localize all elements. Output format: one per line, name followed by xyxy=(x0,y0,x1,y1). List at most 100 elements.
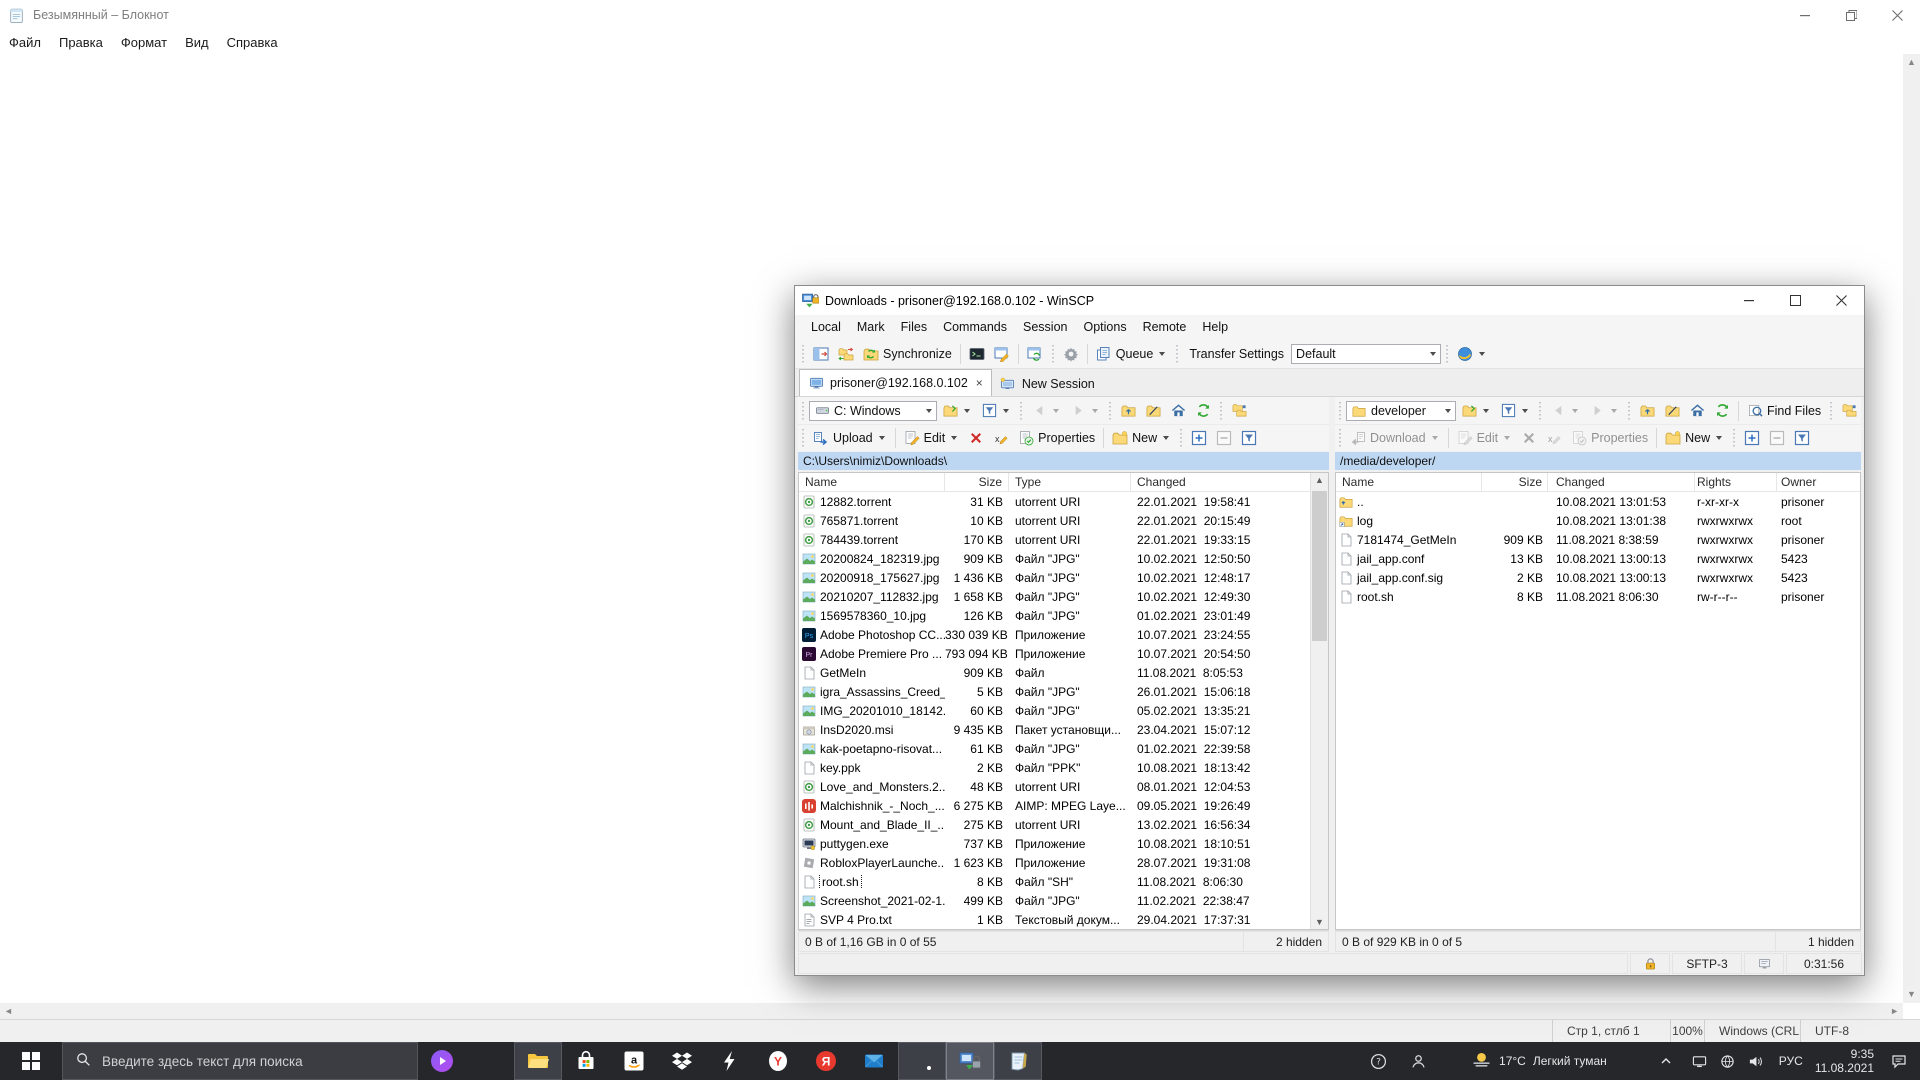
table-row[interactable]: root.sh8 KBФайл "SH"11.08.2021 8:06:30 xyxy=(799,872,1311,891)
explorer-taskbar-button[interactable] xyxy=(514,1042,562,1080)
parent-directory-button[interactable] xyxy=(1635,401,1659,421)
home-directory-button[interactable] xyxy=(1685,401,1709,421)
filter-button[interactable] xyxy=(1496,401,1534,421)
rename-button[interactable]: x xyxy=(989,428,1013,448)
clock[interactable]: 9:35 11.08.2021 xyxy=(1815,1047,1874,1075)
root-directory-button[interactable] xyxy=(1141,401,1165,421)
column-header-name[interactable]: Name xyxy=(1336,473,1482,491)
minimize-button[interactable] xyxy=(1782,0,1828,30)
include-filter-button[interactable] xyxy=(1187,428,1211,448)
home-directory-button[interactable] xyxy=(1166,401,1190,421)
store-taskbar-button[interactable] xyxy=(562,1042,610,1080)
table-row[interactable]: Malchishnik_-_Noch_...6 275 KBAIMP: MPEG… xyxy=(799,796,1311,815)
people-icon[interactable] xyxy=(1405,1053,1431,1070)
monitor-icon[interactable] xyxy=(1689,1054,1711,1069)
table-row[interactable]: Screenshot_2021-02-1...499 KBФайл "JPG"1… xyxy=(799,891,1311,910)
preferences-button[interactable] xyxy=(1059,344,1083,364)
help-icon[interactable]: ? xyxy=(1365,1053,1391,1070)
column-header-owner[interactable]: Owner xyxy=(1777,473,1860,491)
open-directory-button[interactable] xyxy=(1457,401,1495,421)
chevron-down-icon[interactable] xyxy=(1445,409,1451,413)
minimize-button[interactable] xyxy=(1726,286,1772,315)
column-header-name[interactable]: Name xyxy=(799,473,945,491)
mail-taskbar-button[interactable] xyxy=(850,1042,898,1080)
table-row[interactable]: Love_and_Monsters.2...48 KButorrent URI0… xyxy=(799,777,1311,796)
include-filter-button[interactable] xyxy=(1740,428,1764,448)
scroll-up-icon[interactable]: ▲ xyxy=(1311,475,1328,485)
edit-session-button[interactable] xyxy=(990,344,1014,364)
table-row[interactable]: jail_app.conf13 KB10.08.2021 13:00:13rwx… xyxy=(1336,549,1860,568)
table-row[interactable]: puttygen.exe737 KBПриложение10.08.2021 1… xyxy=(799,834,1311,853)
weather-widget[interactable]: 17°C Легкий туман xyxy=(1471,1049,1607,1073)
volume-icon[interactable] xyxy=(1745,1054,1767,1069)
server-console-icon[interactable] xyxy=(1744,953,1784,974)
drive-selector[interactable]: C: Windows xyxy=(809,401,937,421)
transfer-presets-button[interactable] xyxy=(1453,344,1491,364)
new-button[interactable]: New xyxy=(1108,428,1175,448)
menu-options[interactable]: Options xyxy=(1075,320,1134,334)
close-button[interactable] xyxy=(1818,286,1864,315)
table-row[interactable]: 20200918_175627.jpg1 436 KBФайл "JPG"10.… xyxy=(799,568,1311,587)
scrollbar-thumb[interactable] xyxy=(1312,491,1327,641)
menu-file[interactable]: Файл xyxy=(0,35,50,50)
lightning-taskbar-button[interactable] xyxy=(706,1042,754,1080)
table-row[interactable]: PrAdobe Premiere Pro ...793 094 KBПрилож… xyxy=(799,644,1311,663)
table-row[interactable]: root.sh8 KB11.08.2021 8:06:30rw-r--r--pr… xyxy=(1336,587,1860,606)
restore-button[interactable] xyxy=(1828,0,1874,30)
table-row[interactable]: igra_Assassins_Creed_...5 KBФайл "JPG"26… xyxy=(799,682,1311,701)
column-header-rights[interactable]: Rights xyxy=(1695,473,1777,491)
table-row[interactable]: SVP 4 Pro.txt1 KBТекстовый докум...29.04… xyxy=(799,910,1311,929)
parent-directory-button[interactable] xyxy=(1116,401,1140,421)
table-row[interactable]: jail_app.conf.sig2 KB10.08.2021 13:00:13… xyxy=(1336,568,1860,587)
table-row[interactable]: GetMeIn909 KBФайл11.08.2021 8:05:53 xyxy=(799,663,1311,682)
filter-button[interactable] xyxy=(977,401,1015,421)
network-icon[interactable] xyxy=(1717,1054,1739,1069)
alice-taskbar-button[interactable] xyxy=(418,1042,466,1080)
refresh-button[interactable] xyxy=(1191,401,1215,421)
refresh-button[interactable] xyxy=(1710,401,1734,421)
scroll-down-icon[interactable]: ▼ xyxy=(1311,917,1328,927)
yandex-taskbar-button[interactable]: Я xyxy=(802,1042,850,1080)
refresh-session-button[interactable] xyxy=(1023,344,1047,364)
remote-path-bar[interactable]: /media/developer/ xyxy=(1335,452,1861,470)
scroll-left-icon[interactable]: ◄ xyxy=(0,1003,17,1020)
scroll-right-icon[interactable]: ► xyxy=(1886,1003,1903,1020)
table-row[interactable]: 765871.torrent10 KButorrent URI22.01.202… xyxy=(799,511,1311,530)
menu-remote[interactable]: Remote xyxy=(1135,320,1195,334)
session-tab-active[interactable]: prisoner@192.168.0.102 × xyxy=(799,369,992,396)
notepad-vertical-scrollbar[interactable]: ▲ ▼ xyxy=(1903,54,1920,1003)
maximize-button[interactable] xyxy=(1772,286,1818,315)
delete-button[interactable] xyxy=(964,428,988,448)
column-header-type[interactable]: Type xyxy=(1009,473,1131,491)
table-row[interactable]: 784439.torrent170 KButorrent URI22.01.20… xyxy=(799,530,1311,549)
table-row[interactable]: 20200824_182319.jpg909 KBФайл "JPG"10.02… xyxy=(799,549,1311,568)
column-header-size[interactable]: Size xyxy=(945,473,1009,491)
edit-button[interactable]: Edit xyxy=(900,428,964,448)
notepad-horizontal-scrollbar[interactable]: ◄ ► xyxy=(0,1003,1903,1020)
hidden-icons-chevron[interactable] xyxy=(1655,1055,1677,1067)
open-directory-button[interactable] xyxy=(938,401,976,421)
table-row[interactable]: ..10.08.2021 13:01:53r-xr-xr-xprisoner xyxy=(1336,492,1860,511)
remote-hidden-count[interactable]: 1 hidden xyxy=(1775,931,1861,952)
protocol-indicator[interactable]: SFTP-3 xyxy=(1672,953,1742,974)
add-bookmark-button[interactable] xyxy=(1227,401,1251,421)
table-row[interactable]: 1569578360_10.jpg126 KBФайл "JPG"01.02.2… xyxy=(799,606,1311,625)
properties-button[interactable]: Properties xyxy=(1014,428,1099,448)
chevron-down-icon[interactable] xyxy=(926,409,932,413)
menu-local[interactable]: Local xyxy=(803,320,849,334)
chrome-taskbar-button[interactable] xyxy=(898,1042,946,1080)
local-path-bar[interactable]: C:\Users\nimiz\Downloads\ xyxy=(798,452,1329,470)
quick-filter-button[interactable] xyxy=(1790,428,1814,448)
table-row[interactable]: kak-poetapno-risovat...61 KBФайл "JPG"01… xyxy=(799,739,1311,758)
menu-format[interactable]: Формат xyxy=(112,35,176,50)
menu-help[interactable]: Help xyxy=(1194,320,1236,334)
root-directory-button[interactable] xyxy=(1660,401,1684,421)
encryption-lock-icon[interactable] xyxy=(1630,953,1670,974)
table-row[interactable]: log10.08.2021 13:01:38rwxrwxrwxroot xyxy=(1336,511,1860,530)
search-input[interactable]: Введите здесь текст для поиска xyxy=(62,1042,418,1080)
add-bookmark-button[interactable] xyxy=(1837,401,1861,421)
synchronize-browsing-button[interactable] xyxy=(834,344,858,364)
upload-button[interactable]: Upload xyxy=(809,428,891,448)
start-button[interactable] xyxy=(0,1042,62,1080)
dock-panels-button[interactable] xyxy=(809,344,833,364)
